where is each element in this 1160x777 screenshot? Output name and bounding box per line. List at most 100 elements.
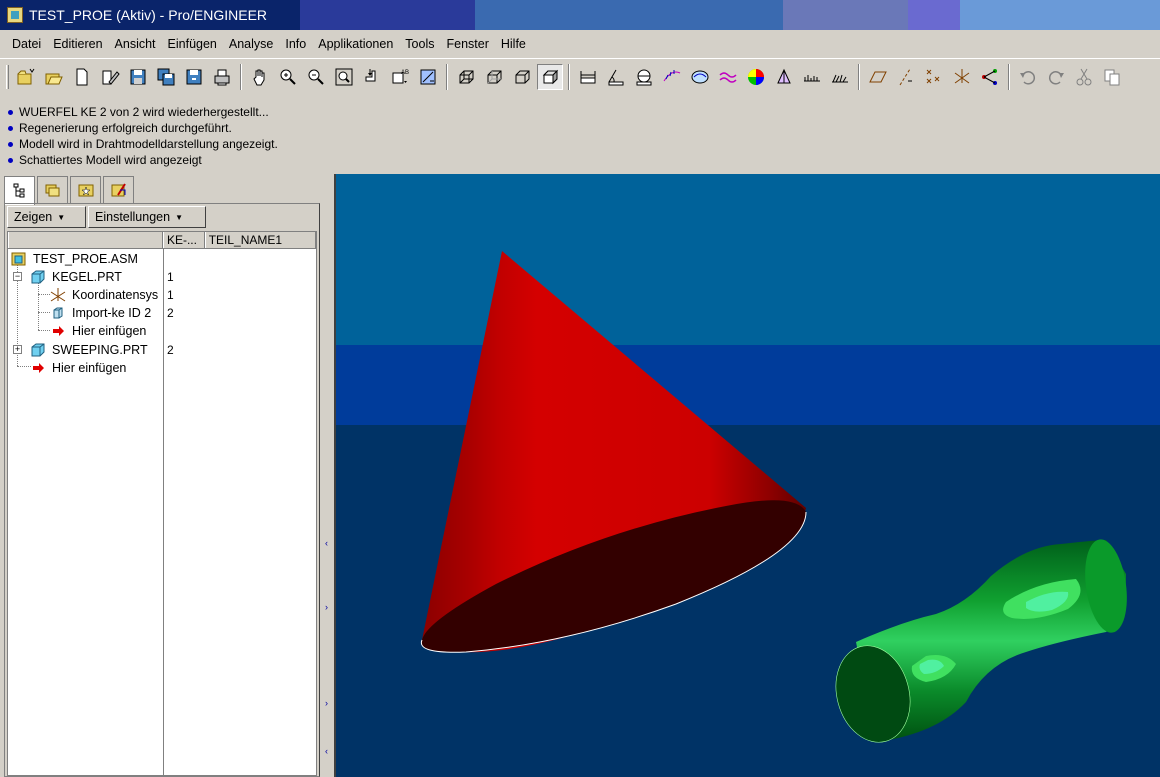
tree-line [38, 294, 50, 295]
dropdown-arrow-icon: ▼ [175, 212, 183, 222]
reorient-icon[interactable] [359, 64, 385, 90]
menu-fenster[interactable]: Fenster [440, 37, 494, 51]
show-button-label: Zeigen [14, 210, 53, 224]
no-hidden-icon[interactable] [509, 64, 535, 90]
navigator-panel: Zeigen ▼ Einstellungen ▼ KE-... TEIL_NAME1… [0, 174, 322, 777]
curvature-icon[interactable] [659, 64, 685, 90]
toolbar-separator [1008, 63, 1010, 90]
tree-line [38, 330, 50, 331]
measure-diameter-icon[interactable] [631, 64, 657, 90]
ke-cell: 2 [167, 306, 174, 320]
tree-item-sweeping[interactable]: SWEEPING.PRT [30, 341, 148, 359]
menu-tools[interactable]: Tools [399, 37, 440, 51]
new-folder-icon[interactable] [13, 64, 39, 90]
panel-splitter[interactable]: ‹ › › ‹ [322, 174, 334, 777]
tree-line [38, 282, 39, 330]
hidden-line-icon[interactable] [481, 64, 507, 90]
redo-icon[interactable] [1043, 64, 1069, 90]
backup-icon[interactable] [181, 64, 207, 90]
datum-point-icon[interactable] [921, 64, 947, 90]
datum-plane-icon[interactable] [865, 64, 891, 90]
edit-icon[interactable] [97, 64, 123, 90]
model-tree-icon[interactable] [977, 64, 1003, 90]
print-icon[interactable] [209, 64, 235, 90]
menu-applikationen[interactable]: Applikationen [312, 37, 399, 51]
menu-datei[interactable]: Datei [6, 37, 47, 51]
undo-icon[interactable] [1015, 64, 1041, 90]
ke-cell: 1 [167, 288, 174, 302]
bullet-icon [8, 157, 13, 163]
measure-angle-icon[interactable] [603, 64, 629, 90]
zoom-in-icon[interactable] [275, 64, 301, 90]
folder-browser-tab-icon [45, 184, 59, 197]
cut-icon[interactable] [1071, 64, 1097, 90]
graphics-window[interactable] [334, 174, 1160, 777]
tab-folder-browser[interactable] [37, 176, 68, 203]
navigator-tabs [4, 176, 136, 205]
tree-item-assembly[interactable]: TEST_PROE.ASM [11, 250, 138, 268]
zoom-out-icon[interactable] [303, 64, 329, 90]
menu-editieren[interactable]: Editieren [47, 37, 108, 51]
new-file-icon[interactable] [69, 64, 95, 90]
draft-icon[interactable] [827, 64, 853, 90]
save-icon[interactable] [125, 64, 151, 90]
menu-einfuegen[interactable]: Einfügen [162, 37, 223, 51]
expand-right-icon[interactable]: › [325, 698, 328, 708]
background-top [336, 174, 1160, 345]
wireframe-icon[interactable] [453, 64, 479, 90]
measure-distance-icon[interactable] [575, 64, 601, 90]
tree-item-label: Hier einfügen [72, 324, 147, 338]
expand-right-icon[interactable]: › [325, 602, 328, 612]
shaded-icon[interactable] [537, 63, 563, 90]
show-dropdown-button[interactable]: Zeigen ▼ [7, 206, 86, 228]
toolbar-separator [858, 63, 860, 90]
datum-axis-icon[interactable] [893, 64, 919, 90]
tab-model-tree[interactable] [4, 176, 35, 205]
refit-icon[interactable] [331, 64, 357, 90]
save-copy-icon[interactable] [153, 64, 179, 90]
expand-toggle[interactable]: + [13, 345, 22, 354]
coordinate-system-icon[interactable] [949, 64, 975, 90]
collapse-left-icon[interactable]: ‹ [325, 538, 328, 548]
coordinate-system-icon [50, 288, 66, 302]
column-header-ke[interactable]: KE-... [162, 232, 205, 248]
tree-item-insert-here[interactable]: Hier einfügen [50, 322, 146, 340]
tree-item-coordinate-system[interactable]: Koordinatensys [50, 286, 158, 304]
column-header-teil-name[interactable]: TEIL_NAME1 [204, 232, 316, 248]
import-feature-icon [53, 307, 63, 319]
tree-line [38, 312, 50, 313]
tab-favorites[interactable] [70, 176, 101, 203]
toolbar-grip[interactable] [6, 64, 9, 89]
tree-item-label: Import-ke ID 2 [72, 306, 152, 320]
pan-icon[interactable] [247, 64, 273, 90]
tree-item-kegel[interactable]: KEGEL.PRT [30, 268, 122, 286]
shade-curvature-icon[interactable] [687, 64, 713, 90]
section-icon[interactable] [799, 64, 825, 90]
collapse-left-icon[interactable]: ‹ [325, 746, 328, 756]
slope-icon[interactable] [743, 64, 769, 90]
deviation-icon[interactable] [715, 64, 741, 90]
3d-scene[interactable] [336, 174, 1160, 777]
named-views-icon[interactable]: AB [387, 64, 413, 90]
tree-item-import-feature[interactable]: Import-ke ID 2 [50, 304, 151, 322]
collapse-toggle[interactable]: − [13, 272, 22, 281]
spin-center-icon[interactable] [415, 64, 441, 90]
copy-icon[interactable] [1099, 64, 1125, 90]
open-icon[interactable] [41, 64, 67, 90]
menu-info[interactable]: Info [279, 37, 312, 51]
column-divider [163, 249, 164, 777]
app-icon[interactable] [7, 7, 23, 23]
message-text: Modell wird in Drahtmodelldarstellung an… [19, 137, 278, 151]
reflection-icon[interactable] [771, 64, 797, 90]
menu-analyse[interactable]: Analyse [223, 37, 279, 51]
message-line: WUERFEL KE 2 von 2 wird wiederhergestell… [8, 104, 708, 120]
tree-item-insert-here[interactable]: Hier einfügen [30, 359, 126, 377]
tab-connections[interactable] [103, 176, 134, 203]
toolbar-separator [240, 63, 242, 90]
menu-hilfe[interactable]: Hilfe [495, 37, 532, 51]
menu-ansicht[interactable]: Ansicht [109, 37, 162, 51]
tree-item-label: TEST_PROE.ASM [33, 252, 138, 266]
connections-tab-icon [111, 183, 126, 197]
settings-dropdown-button[interactable]: Einstellungen ▼ [88, 206, 206, 228]
column-header-name[interactable] [8, 232, 163, 248]
